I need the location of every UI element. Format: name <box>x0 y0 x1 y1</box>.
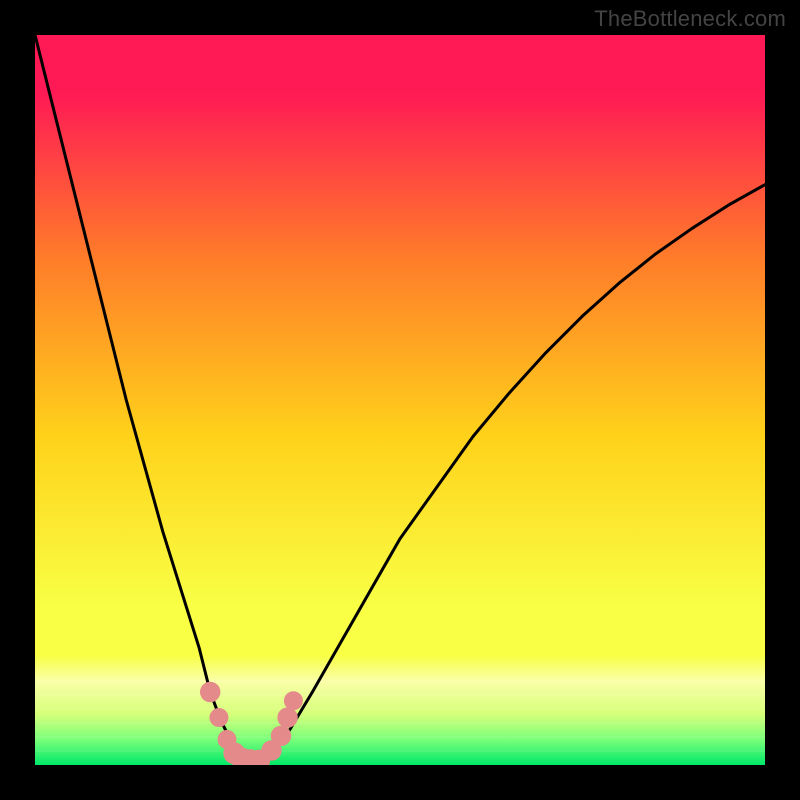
bottleneck-curve-chart <box>35 35 765 765</box>
curve-marker <box>277 707 297 727</box>
curve-marker <box>209 708 228 727</box>
gradient-background <box>35 35 765 765</box>
watermark-text: TheBottleneck.com <box>594 6 786 32</box>
plot-area <box>35 35 765 765</box>
curve-marker <box>284 691 303 710</box>
curve-marker <box>200 682 220 702</box>
chart-frame: TheBottleneck.com <box>0 0 800 800</box>
curve-marker <box>271 726 291 746</box>
